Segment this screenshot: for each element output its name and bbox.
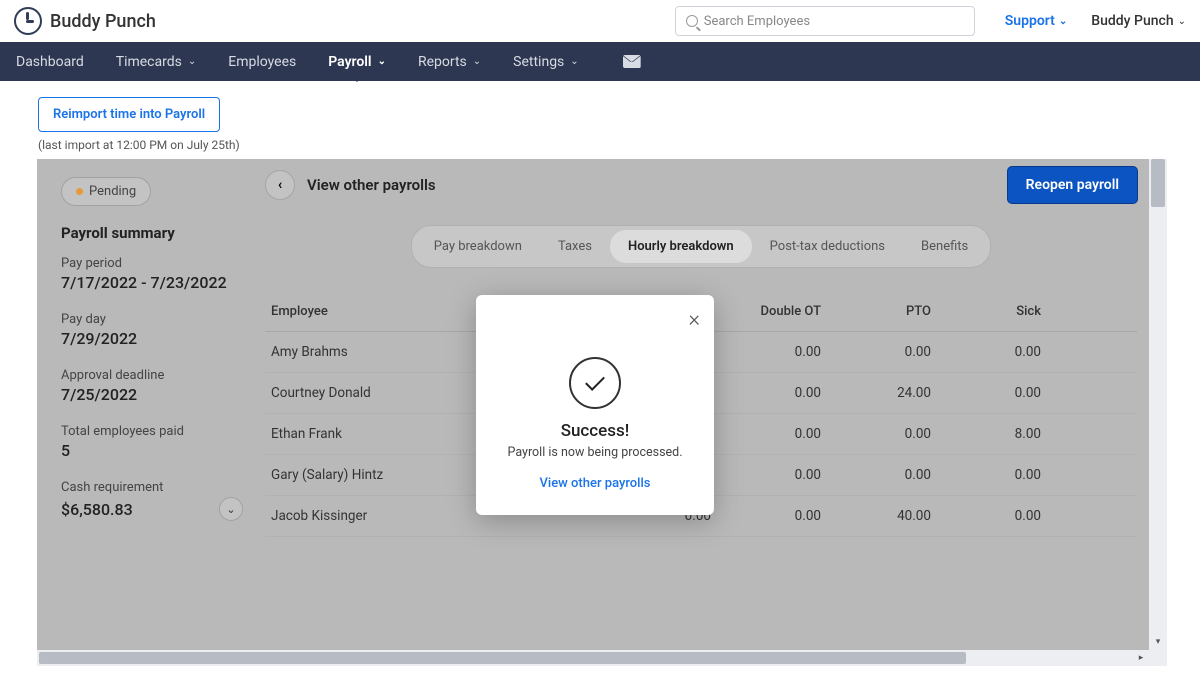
col-sick: Sick — [931, 304, 1041, 319]
scroll-thumb[interactable] — [39, 652, 966, 664]
import-note: (last import at 12:00 PM on July 25th) — [38, 138, 1162, 152]
tab-benefits[interactable]: Benefits — [903, 230, 986, 263]
cell-employee: Courtney Donald — [271, 385, 491, 401]
cell-employee: Gary (Salary) Hintz — [271, 467, 491, 483]
approval-value: 7/25/2022 — [61, 385, 243, 404]
cell-sick: 0.00 — [931, 385, 1041, 401]
chevron-down-icon: ⌄ — [1059, 16, 1067, 27]
total-employees-label: Total employees paid — [61, 424, 243, 439]
breakdown-tabs: Pay breakdown Taxes Hourly breakdown Pos… — [411, 225, 992, 268]
scroll-down-icon[interactable]: ▾ — [1149, 634, 1167, 650]
col-double-ot: Double OT — [711, 304, 821, 319]
modal-title: Success! — [494, 421, 696, 441]
modal-view-other-link[interactable]: View other payrolls — [494, 476, 696, 491]
nav-settings[interactable]: Settings⌄ — [513, 54, 579, 70]
chevron-left-icon: ‹ — [278, 177, 282, 193]
chevron-down-icon: ⌄ — [226, 503, 235, 516]
success-icon — [569, 357, 621, 409]
clock-icon — [14, 7, 42, 35]
view-other-payrolls-link[interactable]: View other payrolls — [307, 176, 436, 194]
cell-employee: Ethan Frank — [271, 426, 491, 442]
cash-req-label: Cash requirement — [61, 480, 243, 495]
search-placeholder: Search Employees — [704, 14, 810, 29]
approval-label: Approval deadline — [61, 368, 243, 383]
cell-pto: 0.00 — [821, 344, 931, 360]
cell-sick: 0.00 — [931, 508, 1041, 524]
scrollbar-vertical[interactable]: ▴ ▾ — [1149, 159, 1167, 650]
tab-post-tax[interactable]: Post-tax deductions — [752, 230, 903, 263]
nav-timecards[interactable]: Timecards⌄ — [116, 54, 197, 70]
summary-panel: Pending Payroll summary Pay period 7/17/… — [37, 159, 261, 650]
cell-sick: 0.00 — [931, 344, 1041, 360]
pay-period-value: 7/17/2022 - 7/23/2022 — [61, 273, 243, 292]
brand-logo[interactable]: Buddy Punch — [14, 7, 156, 35]
support-link[interactable]: Support ⌄ — [1005, 13, 1068, 29]
reimport-button[interactable]: Reimport time into Payroll — [38, 97, 220, 132]
col-employee: Employee — [271, 304, 491, 319]
col-pto: PTO — [821, 304, 931, 319]
total-employees-value: 5 — [61, 441, 243, 460]
reopen-payroll-button[interactable]: Reopen payroll — [1008, 167, 1137, 203]
cell-double-ot: 0.00 — [711, 426, 821, 442]
cell-pto: 24.00 — [821, 385, 931, 401]
close-icon: × — [688, 307, 700, 332]
nav-reports[interactable]: Reports⌄ — [418, 54, 481, 70]
main-nav: Dashboard Timecards⌄ Employees Payroll⌄ … — [0, 42, 1200, 81]
chevron-down-icon: ⌄ — [378, 56, 386, 67]
cell-employee: Jacob Kissinger — [271, 508, 491, 524]
cell-double-ot: 0.00 — [711, 385, 821, 401]
cash-expand-button[interactable]: ⌄ — [219, 497, 243, 521]
tab-taxes[interactable]: Taxes — [540, 230, 610, 263]
pay-day-value: 7/29/2022 — [61, 329, 243, 348]
tab-pay-breakdown[interactable]: Pay breakdown — [416, 230, 540, 263]
scrollbar-horizontal[interactable]: ▸ — [37, 650, 1167, 666]
cell-double-ot: 0.00 — [711, 467, 821, 483]
cell-double-ot: 0.00 — [711, 344, 821, 360]
nav-payroll[interactable]: Payroll⌄ — [328, 54, 386, 70]
brand-name: Buddy Punch — [50, 11, 156, 32]
mail-icon[interactable] — [623, 55, 641, 68]
pay-period-label: Pay period — [61, 256, 243, 271]
topbar: Buddy Punch Search Employees Support ⌄ B… — [0, 0, 1200, 42]
action-row: Reimport time into Payroll (last import … — [0, 81, 1200, 158]
search-icon — [686, 15, 698, 27]
cell-pto: 0.00 — [821, 467, 931, 483]
nav-employees[interactable]: Employees — [228, 54, 296, 70]
success-modal: × Success! Payroll is now being processe… — [476, 295, 714, 515]
cell-double-ot: 0.00 — [711, 508, 821, 524]
modal-message: Payroll is now being processed. — [494, 445, 696, 460]
nav-dashboard[interactable]: Dashboard — [16, 54, 84, 70]
scroll-right-icon[interactable]: ▸ — [1133, 650, 1149, 666]
cell-pto: 40.00 — [821, 508, 931, 524]
cash-req-value: $6,580.83 — [61, 500, 133, 519]
cell-employee: Amy Brahms — [271, 344, 491, 360]
status-badge: Pending — [61, 177, 151, 206]
summary-title: Payroll summary — [61, 224, 243, 242]
chevron-down-icon: ⌄ — [473, 56, 481, 67]
pay-day-label: Pay day — [61, 312, 243, 327]
chevron-down-icon: ⌄ — [1178, 16, 1186, 27]
close-button[interactable]: × — [688, 307, 700, 332]
status-dot-icon — [76, 188, 83, 195]
account-menu[interactable]: Buddy Punch ⌄ — [1091, 13, 1186, 29]
cell-pto: 0.00 — [821, 426, 931, 442]
scroll-thumb[interactable] — [1151, 159, 1165, 207]
tab-hourly-breakdown[interactable]: Hourly breakdown — [610, 230, 752, 263]
chevron-down-icon: ⌄ — [188, 56, 196, 67]
back-button[interactable]: ‹ — [265, 170, 295, 200]
chevron-down-icon: ⌄ — [570, 56, 578, 67]
search-input[interactable]: Search Employees — [675, 6, 975, 36]
cell-sick: 0.00 — [931, 467, 1041, 483]
cell-sick: 8.00 — [931, 426, 1041, 442]
